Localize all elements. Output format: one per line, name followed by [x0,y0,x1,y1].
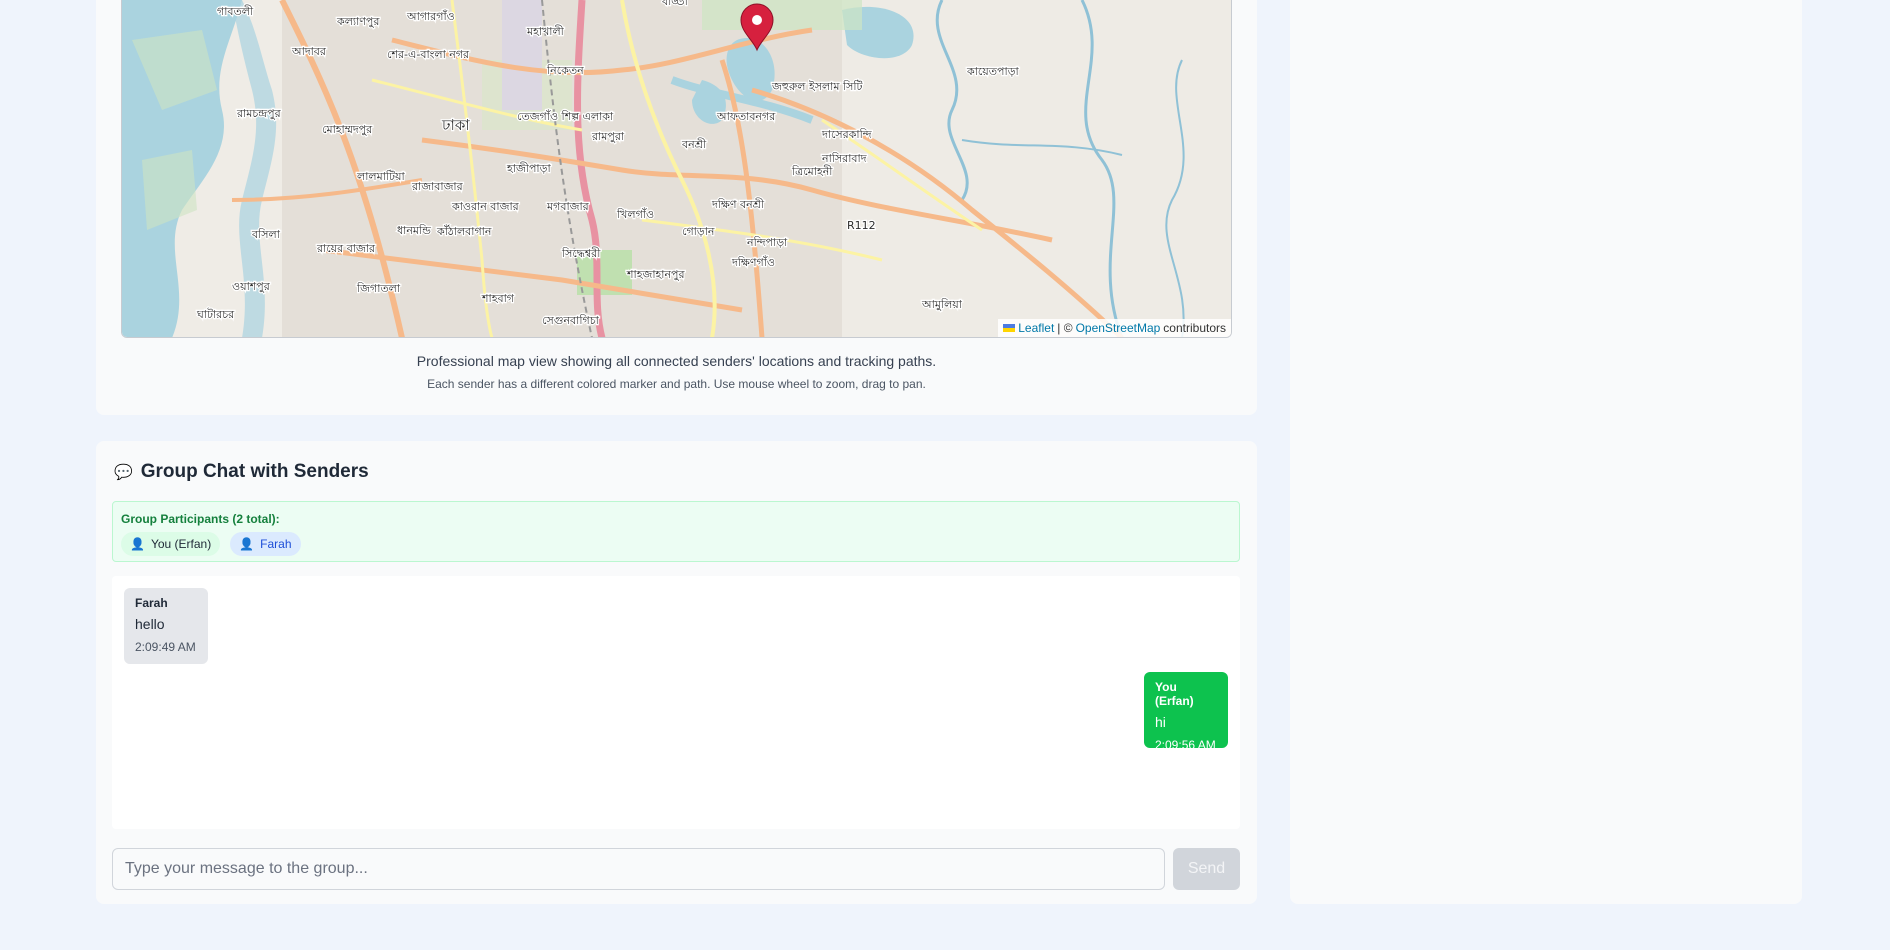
ukraine-flag-icon [1003,324,1016,332]
message-time: 2:09:56 AM [1155,738,1216,752]
map-place-label: সিদ্ধেশ্বরী [561,247,601,260]
map-place-label: আদাবর [291,45,327,58]
map-place-label: ত্রিমোহনী [791,165,833,178]
chat-title: Group Chat with Senders [140,461,369,482]
map-place-label: মহাখালী [526,25,565,38]
map-place-label: রামচন্দ্রপুর [236,107,282,120]
map-place-label: নাসিরাবাদ [821,152,867,165]
map-place-label: শাহজাহানপুর [626,268,686,281]
message-sender: You (Erfan) [1155,680,1194,708]
message-input[interactable] [112,848,1165,890]
map-place-label: নিকেতন [546,64,584,77]
map-place-label: রামপুরা [591,130,625,143]
map-place-label: সেগুনবাগিচা [542,314,600,327]
map-place-label: বসিলা [251,228,281,241]
map-place-label: বাড্ডা [661,0,689,8]
map-place-label: কাঁঠালবাগান [436,224,492,238]
participant-chips: 👤 You (Erfan) 👤 Farah [121,532,301,556]
map-place-label: বনশ্রী [681,138,707,151]
openstreetmap-link[interactable]: OpenStreetMap [1076,321,1161,335]
map-place-label: দক্ষিণগাঁও [731,255,775,269]
map-subcaption: Each sender has a different colored mark… [427,377,926,391]
map-place-label: কাওরান বাজার [451,200,520,213]
map-place-label: রাজাবাজার [411,180,464,193]
message-sender: Farah [135,596,168,610]
message-text: hi [1155,714,1166,730]
map-caption: Professional map view showing all connec… [416,353,937,369]
map-place-label: ধানমন্ডি [397,224,431,237]
participants-title: Group Participants (2 total): [121,512,280,526]
map-place-label: তেজগাঁও শিল্প এলাকা [517,109,614,123]
map-place-label: রায়ের বাজার [316,242,376,255]
map-place-label: ঢাকা [441,116,470,134]
message-item-you: You (Erfan) hi 2:09:56 AM [1144,672,1228,752]
map-place-label: মোহাম্মদপুর [322,123,373,136]
map-tiles[interactable]: গাবতলী আগারগাঁও কল্যাণপুর মহাখালী বাড্ডা আদাব… [122,0,1232,338]
map-place-label: মগবাজার [546,200,590,213]
attribution-contributors: contributors [1163,321,1226,335]
right-panel [1290,0,1802,904]
map-place-label: R112 [847,219,876,232]
map-place-label: গাবতলী [217,5,254,18]
speech-bubble-icon: 💬 [114,464,133,481]
map-place-label: নন্দিপাড়া [746,236,788,249]
map-place-label: হাজীপাড়া [506,162,551,175]
chat-header: 💬 Group Chat with Senders [114,461,369,483]
map-view[interactable]: গাবতলী আগারগাঁও কল্যাণপুর মহাখালী বাড্ডা আদাব… [121,0,1232,338]
group-chat-card: 💬 Group Chat with Senders Group Particip… [96,441,1257,904]
map-place-label: জিগাতলা [356,282,401,295]
map-place-label: শের-এ-বাংলা নগর [387,48,470,61]
leaflet-link[interactable]: Leaflet [1018,321,1054,335]
attribution-separator: | © [1057,321,1073,335]
person-icon: 👤 [239,537,255,551]
participant-label: Farah [260,537,292,551]
map-place-label: আমুলিয়া [921,298,963,311]
message-item-farah: Farah hello 2:09:49 AM [124,588,208,664]
participant-chip-you: 👤 You (Erfan) [121,532,221,556]
map-place-label: আগারগাঁও [406,9,455,23]
map-place-label: গোড়ান [682,225,715,238]
map-place-label: আফতাবনগর [716,110,776,123]
map-place-label: শাহবাগ [481,292,515,305]
participant-label: You (Erfan) [150,537,212,551]
map-attribution: Leaflet | © OpenStreetMap contributors [998,319,1231,337]
map-place-label: খিলগাঁও [616,207,654,221]
map-place-label: ওয়াশপুর [232,280,271,293]
map-place-label: ঘাটারচর [196,308,235,321]
message-time: 2:09:49 AM [135,640,196,654]
message-text: hello [135,616,165,632]
map-place-label: কল্যাণপুর [336,15,380,28]
map-place-label: জহুরুল ইসলাম সিটি [771,80,864,93]
participants-box: Group Participants (2 total): 👤 You (Erf… [112,501,1240,562]
participant-chip-farah: 👤 Farah [230,532,301,556]
person-icon: 👤 [130,537,145,551]
map-place-label: দক্ষিণ বনশ্রী [711,198,765,211]
map-place-label: লালমাটিয়া [356,170,406,183]
map-card: গাবতলী আগারগাঁও কল্যাণপুর মহাখালী বাড্ডা আদাব… [96,0,1257,415]
map-place-label: দাসেরকান্দি [821,128,872,141]
send-button[interactable]: Send [1173,848,1240,890]
message-list[interactable]: Farah hello 2:09:49 AM You (Erfan) hi 2:… [112,576,1240,829]
map-place-label: কায়েতপাড়া [966,65,1020,78]
